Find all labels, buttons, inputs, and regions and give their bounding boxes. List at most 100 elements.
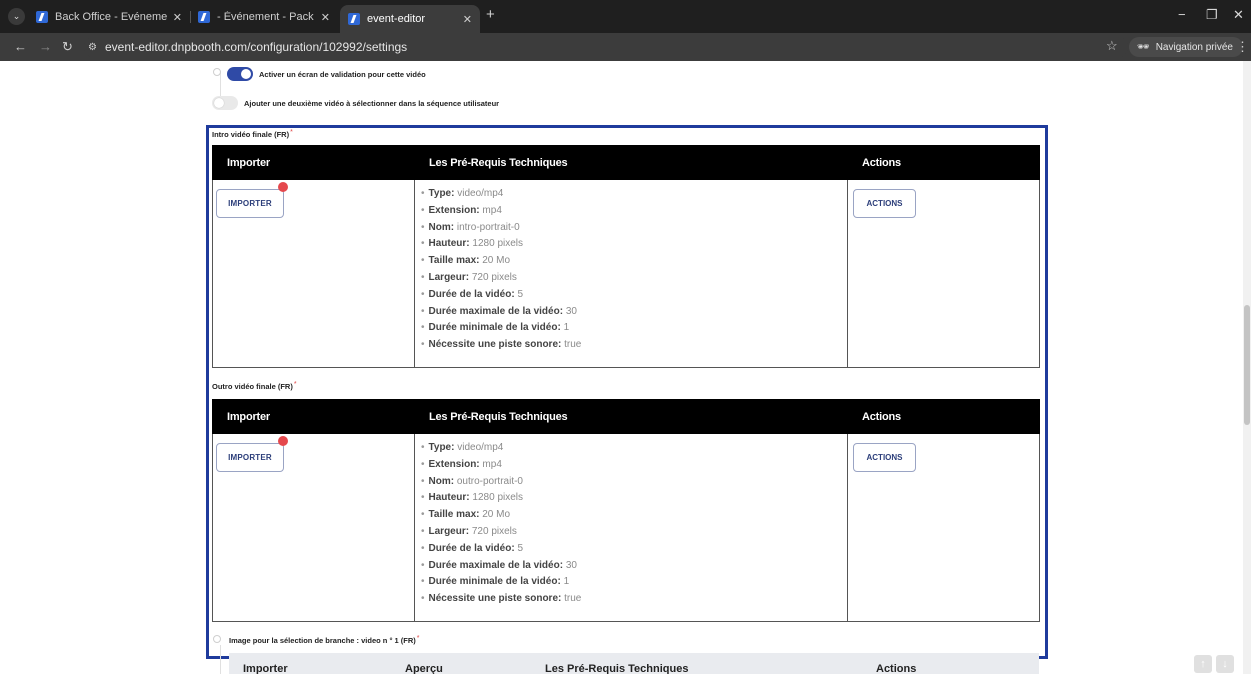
tab-search-icon[interactable]: ⌄	[8, 8, 25, 25]
import-button[interactable]: IMPORTER	[216, 189, 284, 218]
spec-value: 1280 pixels	[472, 238, 524, 250]
missing-file-badge	[278, 182, 288, 192]
site-favicon-icon	[348, 13, 360, 25]
spec-key: Durée minimale de la vidéo:	[428, 576, 561, 588]
spec-item: • Hauteur: 1280 pixels	[421, 238, 524, 250]
branch-section-label: Image pour la sélection de branche : vid…	[229, 635, 420, 645]
spec-item: • Durée maximale de la vidéo: 30	[421, 559, 577, 571]
spec-value: true	[564, 339, 582, 351]
spec-key: Largeur:	[428, 271, 470, 283]
intro-requirements-table: Importer Les Pré-Requis Techniques Actio…	[212, 145, 1040, 368]
browser-tab-active[interactable]: event-editor ✕	[340, 5, 480, 33]
section-title: Intro vidéo finale (FR)	[212, 130, 290, 139]
spec-value: 20 Mo	[482, 509, 511, 521]
spec-item: • Durée minimale de la vidéo: 1	[421, 576, 570, 588]
spec-value: 720 pixels	[471, 525, 517, 537]
outro-requirements-table: Importer Les Pré-Requis Techniques Actio…	[212, 399, 1040, 622]
forward-icon[interactable]: →	[39, 39, 52, 54]
site-info-icon[interactable]: ⚙	[88, 42, 97, 53]
spec-item: • Extension: mp4	[421, 204, 502, 216]
spec-key: Type:	[428, 188, 455, 199]
branch-table-header: Importer Aperçu Les Pré-Requis Technique…	[229, 653, 1039, 674]
scroll-down-icon[interactable]: ↓	[1216, 655, 1234, 673]
browser-menu-icon[interactable]: ⋮	[1236, 39, 1249, 55]
spec-key: Extension:	[428, 204, 480, 216]
spec-item: • Type: video/mp4	[421, 442, 504, 453]
spec-item: • Taille max: 20 Mo	[421, 509, 511, 521]
import-cell: IMPORTER	[212, 179, 415, 368]
back-icon[interactable]: ←	[14, 39, 27, 54]
spec-key: Durée de la vidéo:	[428, 542, 515, 554]
required-mark: *	[416, 635, 420, 642]
section-title: Outro vidéo finale (FR)	[212, 382, 293, 391]
spec-value: 30	[565, 305, 577, 317]
window-close-icon[interactable]: ✕	[1233, 7, 1244, 23]
scroll-up-icon[interactable]: ↑	[1194, 655, 1212, 673]
spec-key: Extension:	[428, 458, 480, 470]
actions-header: Actions	[847, 399, 1040, 434]
outro-section-label: Outro vidéo finale (FR)*	[212, 381, 297, 391]
tab-title: Back Office - Evénements : Nou	[55, 11, 167, 23]
restore-icon[interactable]: ❐	[1206, 7, 1218, 23]
spec-value: mp4	[482, 204, 502, 216]
incognito-icon: 🕶	[1137, 41, 1150, 53]
validation-screen-toggle[interactable]	[227, 67, 253, 81]
actions-button[interactable]: ACTIONS	[853, 189, 916, 218]
browser-tab[interactable]: - Événement - Pack Pro Data (D ✕	[190, 5, 338, 29]
spec-key: Durée maximale de la vidéo:	[428, 559, 564, 571]
importer-header: Importer	[212, 145, 415, 180]
bookmark-star-icon[interactable]: ☆	[1106, 38, 1118, 54]
required-mark: *	[293, 381, 297, 388]
spec-value: mp4	[482, 458, 502, 470]
address-bar[interactable]: ⚙ event-editor.dnpbooth.com/configuratio…	[84, 36, 1128, 58]
spec-key: Hauteur:	[428, 492, 470, 504]
page-scrollbar[interactable]	[1243, 61, 1251, 674]
spec-item: • Type: video/mp4	[421, 188, 504, 199]
scrollbar-thumb[interactable]	[1244, 305, 1250, 425]
import-cell: IMPORTER	[212, 433, 415, 622]
spec-value: outro-portrait-0	[456, 475, 523, 487]
spec-key: Largeur:	[428, 525, 470, 537]
spec-item: • Durée de la vidéo: 5	[421, 288, 523, 300]
section-title: Image pour la sélection de branche : vid…	[229, 636, 416, 645]
minimize-icon[interactable]: −	[1178, 7, 1186, 22]
page-content: Activer un écran de validation pour cett…	[0, 61, 1251, 674]
requirements-header: Les Pré-Requis Techniques	[414, 145, 848, 180]
tab-close-icon[interactable]: ✕	[173, 11, 182, 24]
spec-value: 1	[563, 322, 570, 334]
second-video-toggle[interactable]	[212, 96, 238, 110]
reload-icon[interactable]: ↻	[62, 39, 73, 55]
spec-key: Nécessite une piste sonore:	[428, 593, 562, 605]
spec-item: • Nom: outro-portrait-0	[421, 475, 523, 487]
site-favicon-icon	[36, 11, 48, 23]
timeline-dot	[213, 635, 221, 643]
preview-header: Aperçu	[405, 663, 443, 674]
incognito-badge[interactable]: 🕶 Navigation privée	[1129, 37, 1243, 57]
tab-close-icon[interactable]: ✕	[321, 11, 330, 24]
spec-item: • Extension: mp4	[421, 458, 502, 470]
import-button[interactable]: IMPORTER	[216, 443, 284, 472]
browser-toolbar: ← → ↻ ⚙ event-editor.dnpbooth.com/config…	[0, 33, 1251, 61]
spec-item: • Durée minimale de la vidéo: 1	[421, 322, 570, 334]
spec-key: Durée minimale de la vidéo:	[428, 322, 561, 334]
spec-value: video/mp4	[457, 442, 504, 453]
incognito-label: Navigation privée	[1155, 41, 1233, 53]
spec-key: Hauteur:	[428, 238, 470, 250]
new-tab-icon[interactable]: +	[486, 6, 495, 23]
required-mark: *	[290, 129, 293, 136]
spec-key: Durée de la vidéo:	[428, 288, 515, 300]
actions-cell: ACTIONS	[847, 179, 1040, 368]
actions-button[interactable]: ACTIONS	[853, 443, 916, 472]
spec-value: video/mp4	[457, 188, 504, 199]
toggle-knob	[214, 98, 224, 108]
spec-item: • Nom: intro-portrait-0	[421, 221, 520, 233]
specs-cell: • Type: video/mp4 • Extension: mp4 • Nom: i…	[414, 179, 848, 368]
browser-tab[interactable]: Back Office - Evénements : Nou ✕	[28, 5, 190, 29]
requirements-header: Les Pré-Requis Techniques	[545, 663, 689, 674]
spec-value: 1	[563, 576, 570, 588]
missing-file-badge	[278, 436, 288, 446]
spec-item: • Nécessite une piste sonore: true	[421, 339, 582, 351]
tab-close-icon[interactable]: ✕	[463, 13, 472, 26]
spec-item: • Taille max: 20 Mo	[421, 255, 511, 267]
requirements-header: Les Pré-Requis Techniques	[414, 399, 848, 434]
